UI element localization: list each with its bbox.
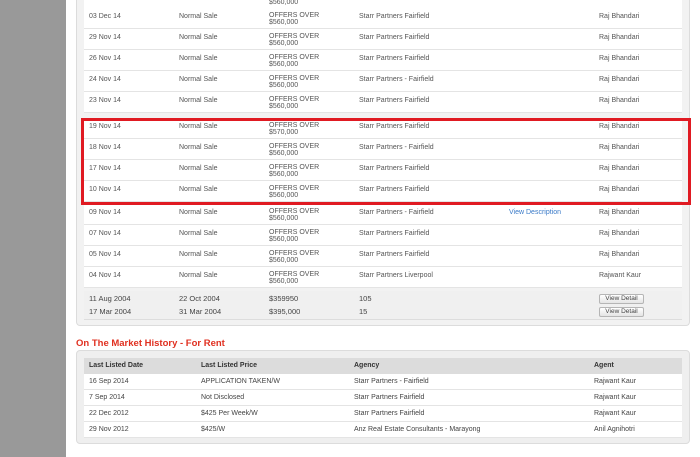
sale-type: Normal Sale [179,272,218,279]
agency: Starr Partners Fairfield [354,394,425,401]
table-row: 29 Nov 14 Normal Sale OFFERS OVER $560,0… [84,29,682,50]
sale-type: Normal Sale [179,209,218,216]
agent: Raj Bhandari [599,55,640,62]
table-row: 29 Nov 2012 $425/W Anz Real Estate Consu… [84,422,682,438]
sale-date: 24 Nov 14 [89,76,121,83]
sale-type: Normal Sale [179,76,218,83]
sold-date: 31 Mar 2004 [179,307,222,316]
listed-price: $425 Per Week/W [201,410,258,417]
days-on-market: 105 [359,294,372,303]
price-line2: $560,000 [269,19,299,26]
highlight-box [81,118,691,205]
agent: Raj Bhandari [599,251,640,258]
agency: Starr Partners Fairfield [359,13,430,20]
sale-type: Normal Sale [179,97,218,104]
table-row: 09 Nov 14 Normal Sale OFFERS OVER $560,0… [84,204,682,225]
listed-price: $425/W [201,426,226,433]
table-row: 26 Nov 14 Normal Sale OFFERS OVER $560,0… [84,50,682,71]
sale-date: 26 Nov 14 [89,55,121,62]
sale-date: 05 Nov 14 [89,251,121,258]
agent: Anil Agnihotri [594,426,635,433]
agent: Raj Bhandari [599,34,640,41]
sale-price: $395,000 [269,307,301,316]
agent: Raj Bhandari [599,13,640,20]
table-row: 07 Nov 14 Normal Sale OFFERS OVER $560,0… [84,225,682,246]
sale-type: Normal Sale [179,55,218,62]
table-row: 05 Nov 14 Normal Sale OFFERS OVER $560,0… [84,246,682,267]
view-detail-button[interactable]: View Detail [599,294,644,304]
header-last-listed-date: Last Listed Date [89,362,144,369]
agency: Starr Partners Liverpool [359,272,433,279]
sale-date: 03 Dec 14 [89,13,121,20]
agent: Rajwant Kaur [594,410,637,417]
sale-type: Normal Sale [179,230,218,237]
agent: Rajwant Kaur [594,394,637,401]
price-line2: $560,000 [269,82,299,89]
agency: Anz Real Estate Consultants - Marayong [354,426,481,433]
agent: Raj Bhandari [599,76,640,83]
listed-date: 7 Sep 2014 [89,394,125,401]
listed-date: 16 Sep 2014 [89,378,129,385]
listed-date: 22 Dec 2012 [89,410,129,417]
agency: Starr Partners Fairfield [359,230,430,237]
listed-date: 29 Nov 2012 [89,426,129,433]
sale-date: 29 Nov 14 [89,34,121,41]
agent: Raj Bhandari [599,209,640,216]
sale-date: 09 Nov 14 [89,209,121,216]
rent-table-header: Last Listed Date Last Listed Price Agenc… [84,358,682,374]
agent: Raj Bhandari [599,97,640,104]
price-line2: $560,000 [269,61,299,68]
section-title-for-rent: On The Market History - For Rent [76,338,225,349]
sale-date: 23 Nov 14 [89,97,121,104]
agent: Rajwant Kaur [594,378,637,385]
days-on-market: 15 [359,307,368,316]
table-row: 7 Sep 2014 Not Disclosed Starr Partners … [84,390,682,406]
agent: Raj Bhandari [599,230,640,237]
header-agent: Agent [594,362,614,369]
agency: Starr Partners Fairfield [354,410,425,417]
agency: Starr Partners - Fairfield [359,76,434,83]
price-line2: $560,000 [269,257,299,264]
table-row: 03 Dec 14 Normal Sale OFFERS OVER $560,0… [84,8,682,29]
sale-type: Normal Sale [179,34,218,41]
price-line2: $560,000 [269,0,299,6]
sold-date: 22 Oct 2004 [179,294,220,303]
header-last-listed-price: Last Listed Price [201,362,258,369]
price-line2: $560,000 [269,236,299,243]
table-row: 24 Nov 14 Normal Sale OFFERS OVER $560,0… [84,71,682,92]
header-agency: Agency [354,362,380,369]
listed-price: Not Disclosed [201,394,245,401]
agency: Starr Partners Fairfield [359,55,430,62]
left-margin-bar [0,0,66,457]
sale-date: 07 Nov 14 [89,230,121,237]
agency: Starr Partners Fairfield [359,251,430,258]
sale-date: 04 Nov 14 [89,272,121,279]
view-detail-button[interactable]: View Detail [599,307,644,317]
price-line2: $560,000 [269,103,299,110]
price-line2: $560,000 [269,215,299,222]
agent: Rajwant Kaur [599,272,642,279]
agency: Starr Partners Fairfield [359,97,430,104]
sale-type: Normal Sale [179,251,218,258]
price-line2: $560,000 [269,278,299,285]
listed-date: 17 Mar 2004 [89,307,132,316]
listed-price: APPLICATION TAKEN/W [201,378,280,385]
table-row: 04 Nov 14 Normal Sale OFFERS OVER $560,0… [84,267,682,288]
table-row: 22 Dec 2012 $425 Per Week/W Starr Partne… [84,406,682,422]
agency: Starr Partners - Fairfield [359,209,434,216]
table-row: 17 Mar 2004 31 Mar 2004 $395,000 15 View… [84,305,682,320]
sale-type: Normal Sale [179,13,218,20]
table-row: 23 Nov 14 Normal Sale OFFERS OVER $560,0… [84,92,682,113]
listed-date: 11 Aug 2004 [89,294,131,303]
agency: Starr Partners Fairfield [359,34,430,41]
price-line2: $560,000 [269,40,299,47]
view-description-link[interactable]: View Description [509,209,561,217]
agency: Starr Partners - Fairfield [354,378,429,385]
table-row: 16 Sep 2014 APPLICATION TAKEN/W Starr Pa… [84,374,682,390]
sale-price: $359950 [269,294,299,303]
